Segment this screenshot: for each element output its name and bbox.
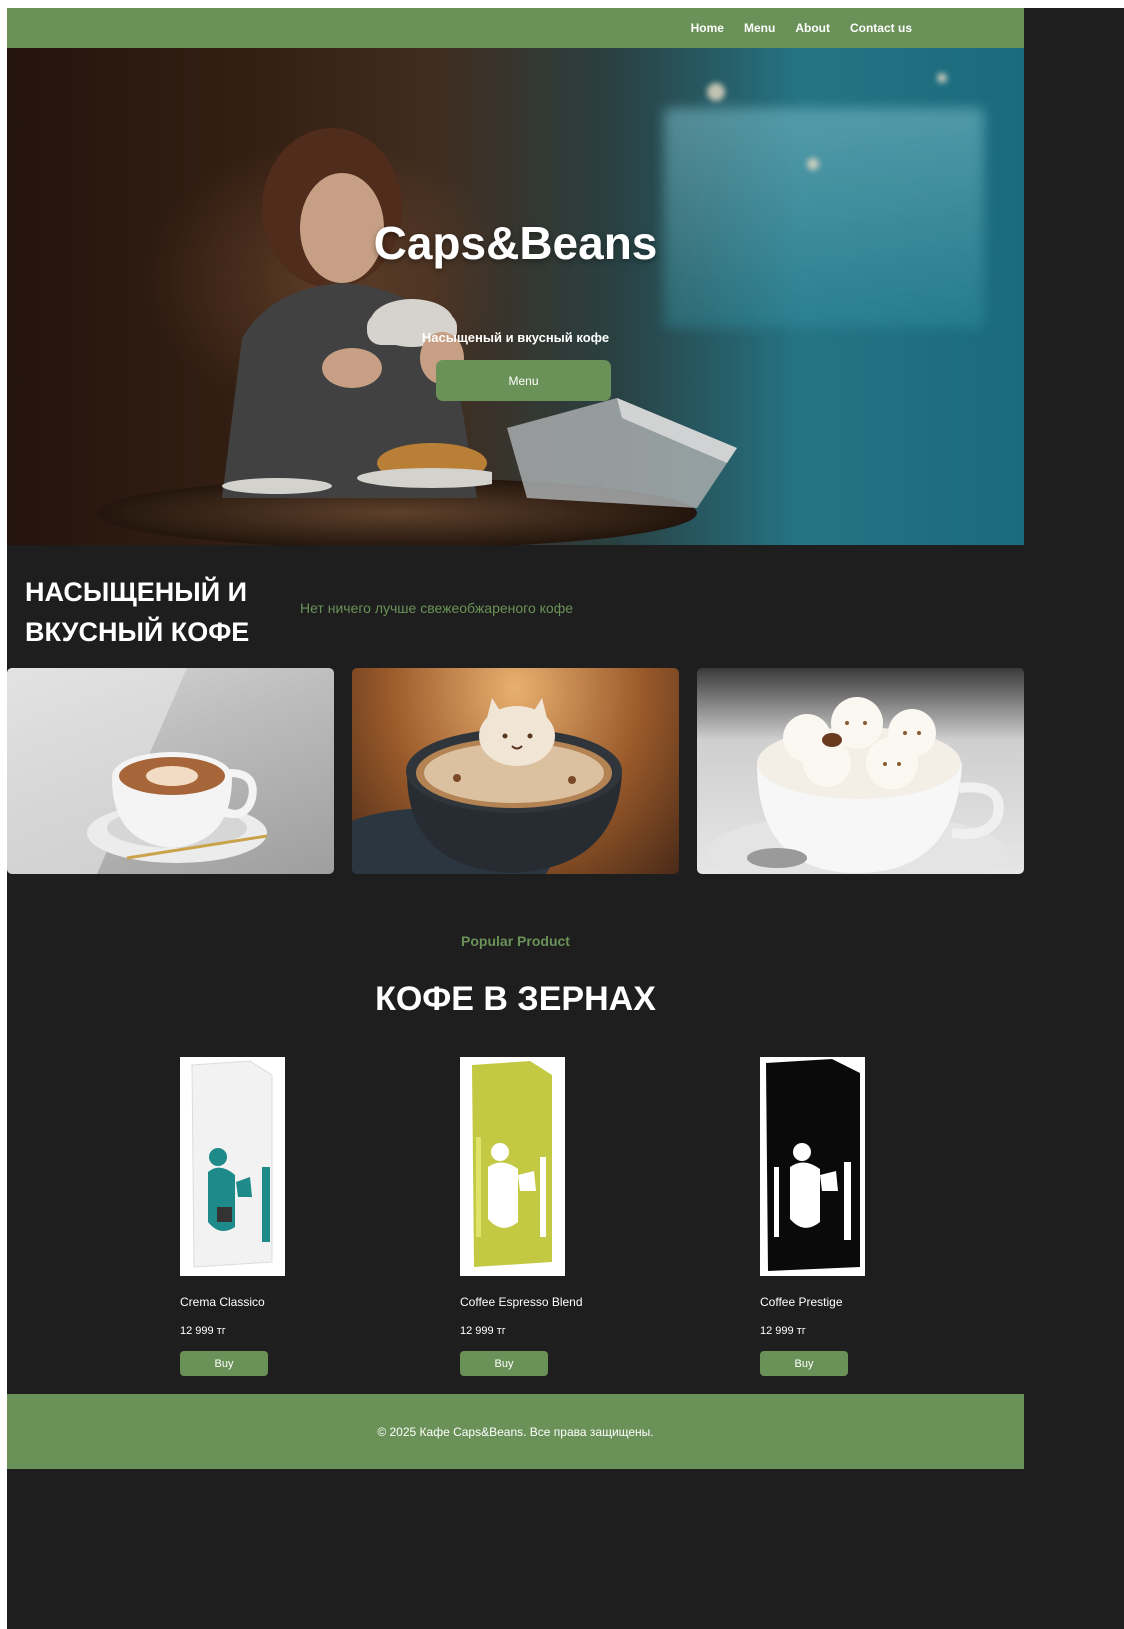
popular-product-label: Popular Product	[461, 933, 570, 949]
hero-title: Caps&Beans	[373, 217, 658, 269]
buy-button[interactable]: Buy	[460, 1351, 548, 1376]
footer: © 2025 Кафе Caps&Beans. Все права защище…	[7, 1394, 1024, 1469]
hero-overlay	[7, 48, 1024, 545]
buy-button[interactable]: Buy	[760, 1351, 848, 1376]
product-image-crema-classico	[180, 1057, 285, 1276]
products-section-title: КОФЕ В ЗЕРНАХ	[375, 980, 656, 1018]
product-name: Coffee Prestige	[760, 1295, 843, 1309]
product-card: Crema Classico 12 999 тг Buy	[180, 1057, 380, 1376]
footer-copyright: © 2025 Кафе Caps&Beans. Все права защище…	[377, 1424, 654, 1439]
intro-heading: НАСЫЩЕНЫЙ И ВКУСНЫЙ КОФЕ	[25, 577, 250, 647]
gallery-image-cat-cappuccino	[352, 668, 679, 874]
nav-links: Home Menu About Contact us	[691, 8, 912, 48]
product-price: 12 999 тг	[460, 1325, 506, 1337]
hero-menu-button[interactable]: Menu	[436, 360, 611, 401]
product-price: 12 999 тг	[180, 1325, 226, 1337]
product-image-espresso-blend	[460, 1057, 565, 1276]
product-image-prestige	[760, 1057, 865, 1276]
product-name: Coffee Espresso Blend	[460, 1295, 583, 1309]
nav-link-contact[interactable]: Contact us	[850, 21, 912, 35]
nav-link-about[interactable]: About	[795, 21, 830, 35]
product-price: 12 999 тг	[760, 1325, 806, 1337]
hero-banner: Caps&Beans Насыщеный и вкусный кофе Menu	[7, 48, 1024, 545]
top-navbar: Home Menu About Contact us	[7, 8, 1024, 48]
hero-subtitle: Насыщеный и вкусный кофе	[421, 330, 610, 345]
product-card: Coffee Espresso Blend 12 999 тг Buy	[460, 1057, 660, 1376]
gallery-image-latte-art	[7, 668, 334, 874]
nav-link-home[interactable]: Home	[691, 21, 724, 35]
gallery-image-cat-foam-cups	[697, 668, 1024, 874]
buy-button[interactable]: Buy	[180, 1351, 268, 1376]
product-card: Coffee Prestige 12 999 тг Buy	[760, 1057, 960, 1376]
intro-tagline: Нет ничего лучше свежеобжареного кофе	[300, 600, 574, 616]
nav-link-menu[interactable]: Menu	[744, 21, 775, 35]
product-name: Crema Classico	[180, 1295, 265, 1309]
